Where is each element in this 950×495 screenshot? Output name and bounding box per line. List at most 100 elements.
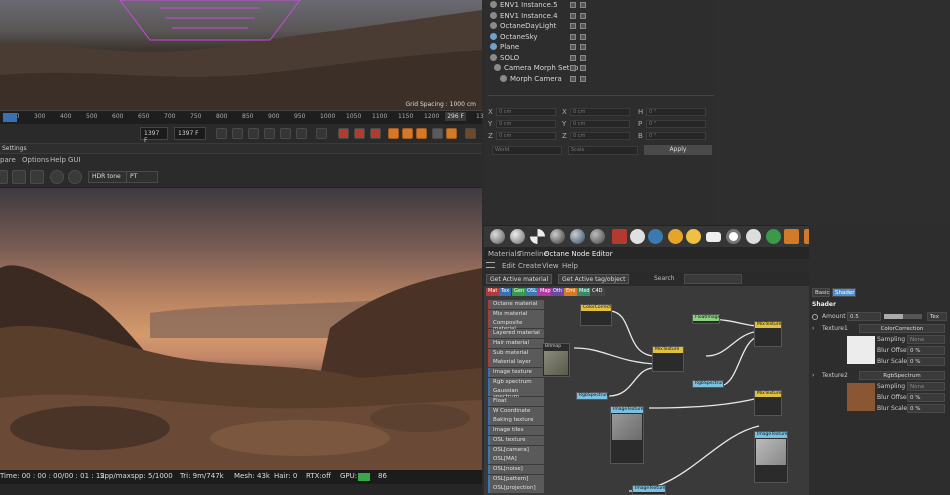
coord-value-field[interactable]: 0 cm: [496, 120, 556, 128]
menu-view[interactable]: View: [542, 262, 559, 270]
sphere-light-icon[interactable]: [746, 229, 761, 244]
object-row[interactable]: SOLO: [484, 53, 714, 64]
tab-materials[interactable]: Materials: [488, 250, 520, 258]
mix-texture-node-3[interactable]: MixTexture: [754, 390, 782, 416]
daylight-icon[interactable]: [686, 229, 701, 244]
blur-scale-field[interactable]: 0 %: [907, 357, 945, 366]
color-correct-node[interactable]: ColorCorrect: [580, 304, 612, 326]
render-checkbox[interactable]: [580, 2, 586, 8]
key-param-icon[interactable]: [432, 128, 443, 139]
expand-arrow-icon[interactable]: ›: [812, 372, 814, 379]
render-checkbox[interactable]: [580, 23, 586, 29]
image-texture-node-3[interactable]: ImageTexture: [632, 485, 666, 495]
apply-button[interactable]: Apply: [644, 145, 712, 155]
focus-icon[interactable]: [68, 170, 82, 184]
coord-value-field[interactable]: 0 °: [646, 108, 706, 116]
material-ball-icon[interactable]: [570, 229, 585, 244]
rgb-spectrum-node-2[interactable]: RgbSpectrum: [692, 380, 726, 388]
hamburger-icon[interactable]: [486, 262, 495, 268]
timeline-end-frame[interactable]: 296 F: [445, 112, 466, 121]
coord-value-field[interactable]: 0 cm: [570, 108, 630, 116]
bitmap-node[interactable]: Bitmap: [542, 343, 570, 377]
world-select[interactable]: World: [492, 146, 562, 155]
visibility-checkbox[interactable]: [570, 65, 576, 71]
keyframe-selection-icon[interactable]: [370, 128, 381, 139]
menu-help[interactable]: Help: [562, 262, 578, 270]
render-icon[interactable]: [0, 170, 8, 184]
amount-field[interactable]: 0.5: [847, 312, 881, 321]
object-row[interactable]: OctaneDayLight: [484, 21, 714, 32]
blur-offset-field[interactable]: 0 %: [907, 346, 945, 355]
object-row[interactable]: Plane: [484, 42, 714, 53]
tex-button[interactable]: Tex: [927, 312, 947, 321]
current-frame-field[interactable]: 1397 F: [140, 127, 168, 144]
kernel-select[interactable]: PT: [126, 171, 158, 183]
lock-icon[interactable]: [30, 170, 44, 184]
visibility-checkbox[interactable]: [570, 33, 576, 40]
checker-ball-icon[interactable]: [530, 229, 545, 244]
scatter-icon[interactable]: [766, 229, 781, 244]
autokey-icon[interactable]: [354, 128, 365, 139]
key-scale-icon[interactable]: [402, 128, 413, 139]
expand-arrow-icon[interactable]: ›: [812, 325, 814, 332]
coord-value-field[interactable]: 0 °: [646, 120, 706, 128]
coord-value-field[interactable]: 0 cm: [570, 120, 630, 128]
play-icon[interactable]: [264, 128, 275, 139]
menu-create[interactable]: Create: [518, 262, 541, 270]
menu-gui[interactable]: GUI: [68, 156, 81, 164]
amount-slider[interactable]: [884, 314, 922, 319]
material-ball-icon[interactable]: [490, 229, 505, 244]
material-ball-icon[interactable]: [590, 229, 605, 244]
prev-key-icon[interactable]: [232, 128, 243, 139]
visibility-checkbox[interactable]: [570, 2, 576, 8]
sampling-select[interactable]: None: [907, 335, 945, 344]
tab-basic[interactable]: Basic: [812, 288, 830, 297]
rgb-spectrum-node-1[interactable]: RgbSpectrum: [576, 392, 610, 400]
viewport[interactable]: Grid Spacing : 1000 cm: [0, 0, 482, 110]
blur-offset-field[interactable]: 0 %: [907, 393, 945, 402]
blur-scale-field[interactable]: 0 %: [907, 404, 945, 413]
object-row[interactable]: ENV1 Instance.5: [484, 0, 714, 11]
area-light-icon[interactable]: [706, 232, 721, 242]
menu-help[interactable]: Help: [50, 156, 66, 164]
material-ball-icon[interactable]: [550, 229, 565, 244]
coord-value-field[interactable]: 0 °: [646, 132, 706, 140]
mix-texture-node-1[interactable]: MixTexture: [652, 346, 684, 372]
search-input[interactable]: [684, 274, 742, 284]
object-row[interactable]: ENV1 Instance.4: [484, 11, 714, 22]
target-light-icon[interactable]: [726, 229, 741, 244]
image-texture-node-2[interactable]: ImageTexture: [754, 431, 788, 483]
end-frame-field[interactable]: 1397 F: [174, 127, 206, 140]
snapshot-icon[interactable]: [12, 170, 26, 184]
vdb-icon[interactable]: [784, 229, 799, 244]
go-start-icon[interactable]: [216, 128, 227, 139]
record-icon[interactable]: [338, 128, 349, 139]
tab-octane-node-editor[interactable]: Octane Node Editor: [544, 250, 613, 258]
render-checkbox[interactable]: [580, 44, 586, 50]
object-row[interactable]: Camera Morph Setup: [484, 63, 714, 74]
image-texture-node-1[interactable]: ImageTexture: [610, 406, 644, 464]
material-ball-icon[interactable]: [510, 229, 525, 244]
visibility-checkbox[interactable]: [570, 54, 576, 61]
coord-value-field[interactable]: 0 cm: [496, 132, 556, 140]
render-checkbox[interactable]: [580, 65, 586, 71]
scale-select[interactable]: Scale: [568, 146, 638, 155]
get-active-tag-button[interactable]: Get Active tag/object: [558, 274, 630, 284]
object-row[interactable]: OctaneSky: [484, 32, 714, 43]
coord-value-field[interactable]: 0 cm: [570, 132, 630, 140]
mix-texture-node-2[interactable]: MixTexture: [754, 321, 782, 347]
next-key-icon[interactable]: [296, 128, 307, 139]
camera-icon[interactable]: [612, 229, 627, 244]
half-circle-icon[interactable]: [648, 229, 663, 244]
contrast-icon[interactable]: [630, 229, 645, 244]
visibility-checkbox[interactable]: [570, 75, 576, 82]
visibility-checkbox[interactable]: [570, 44, 576, 50]
coord-value-field[interactable]: 0 cm: [496, 108, 556, 116]
node-graph[interactable]: Mat Tex Gen OSL Map Oth Emi Med C4D Octane mater…: [484, 286, 809, 495]
float-image-node[interactable]: FloatImage: [692, 314, 720, 324]
timeline-ruler[interactable]: 2503004005006006507007508008509009501000…: [0, 110, 491, 124]
texture1-field[interactable]: ColorCorrection: [859, 324, 945, 333]
menu-options[interactable]: Options: [22, 156, 49, 164]
visibility-checkbox[interactable]: [570, 23, 576, 29]
key-rotation-icon[interactable]: [416, 128, 427, 139]
